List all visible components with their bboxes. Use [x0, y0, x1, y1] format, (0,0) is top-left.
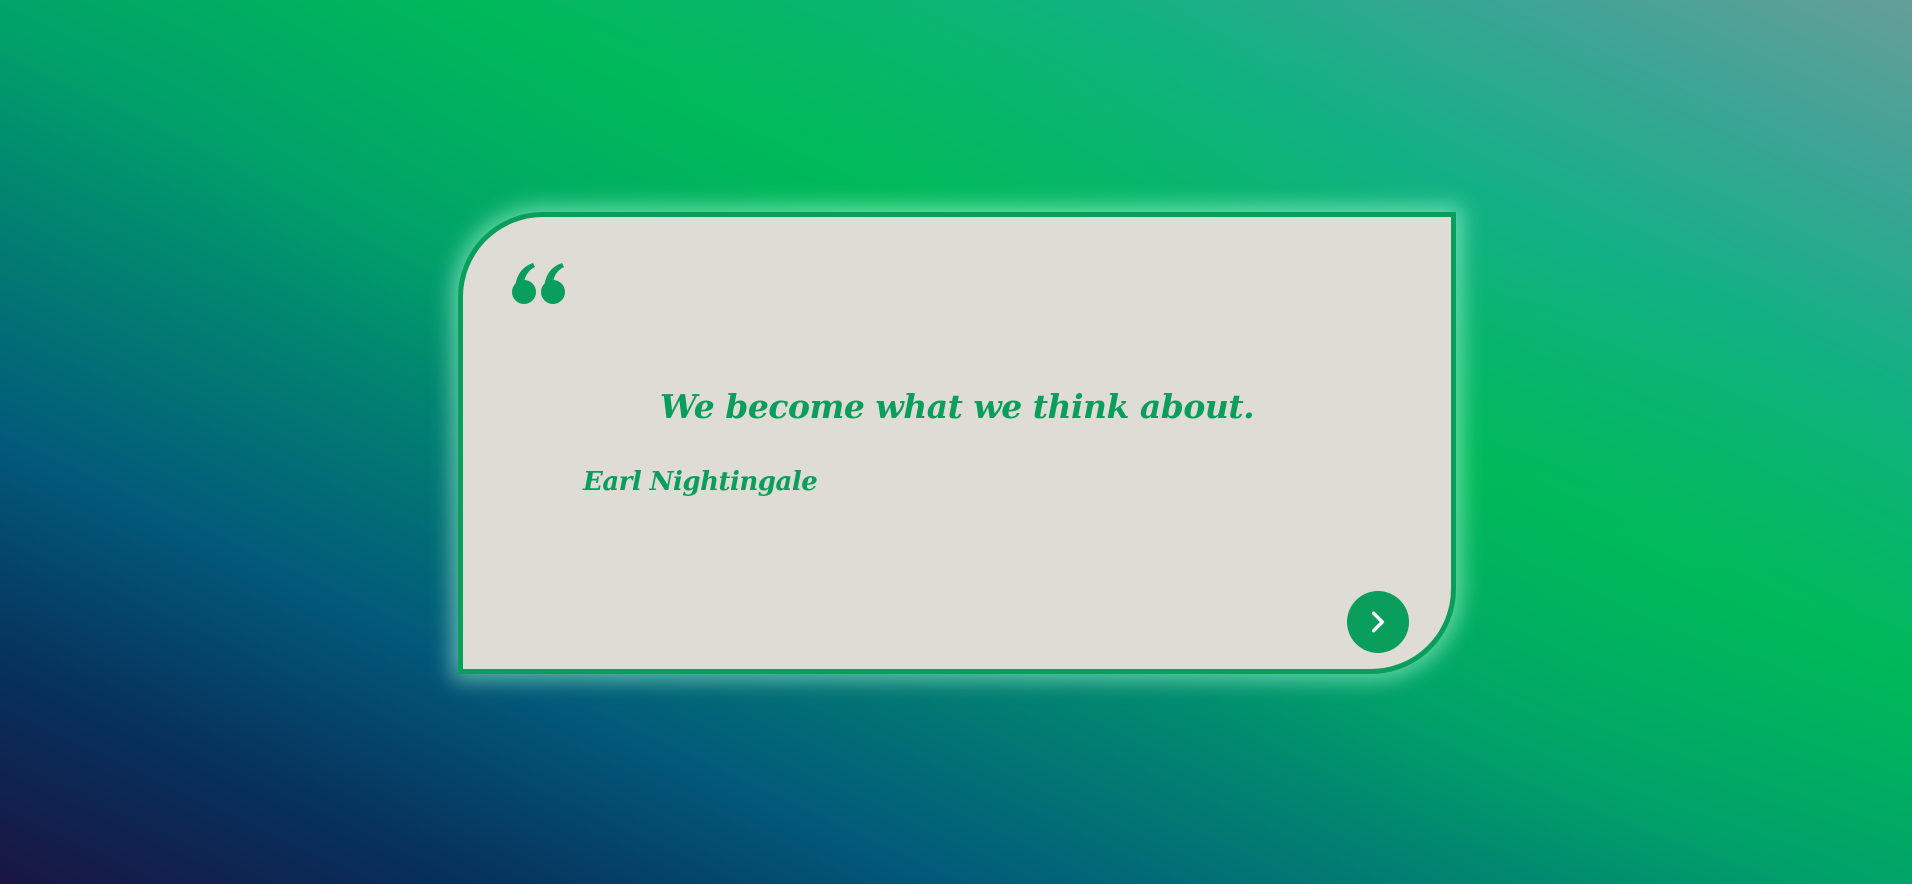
quote-text: We become what we think about. [659, 387, 1255, 426]
quote-card: We become what we think about. Earl Nigh… [458, 212, 1456, 674]
quote-left-icon [511, 261, 567, 307]
next-quote-button[interactable] [1347, 591, 1409, 653]
quote-author: Earl Nightingale [583, 467, 818, 497]
chevron-right-icon [1371, 611, 1385, 633]
